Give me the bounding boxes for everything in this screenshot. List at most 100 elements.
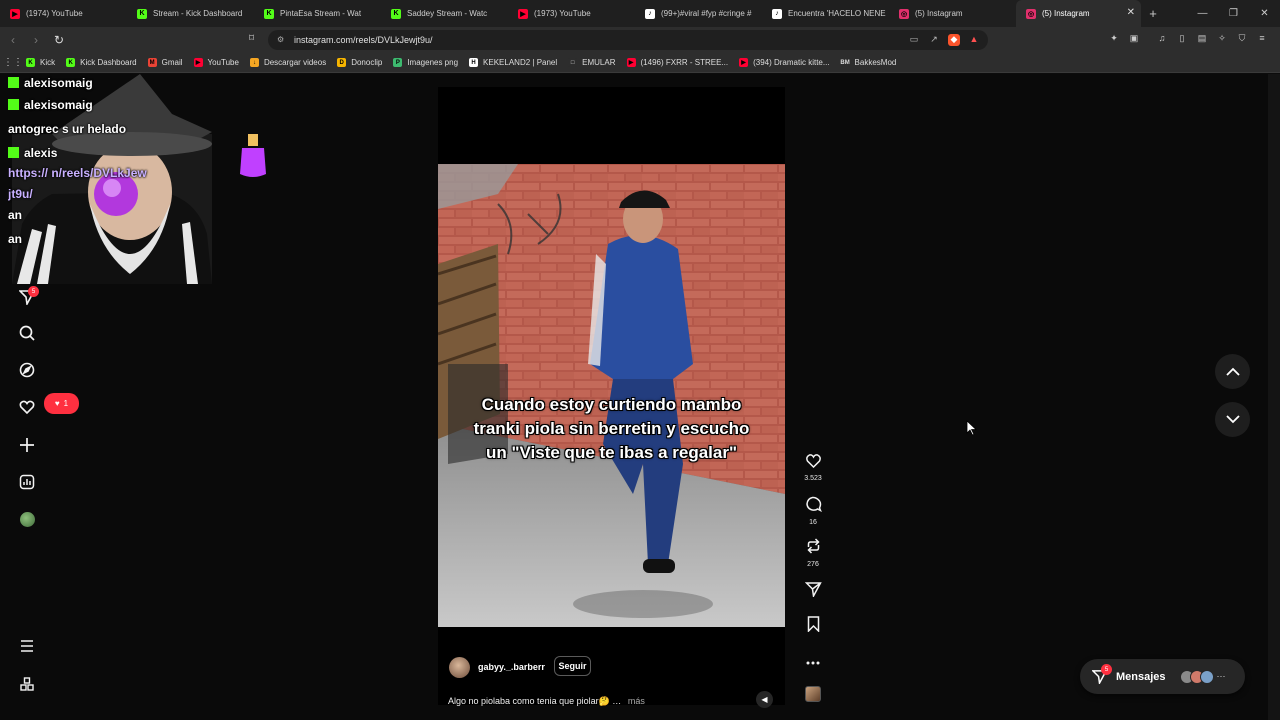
profile-avatar[interactable] [18, 510, 36, 528]
tab[interactable]: K Stream - Kick Dashboard [127, 0, 254, 27]
wallet-panel-icon[interactable]: ▤ [1196, 33, 1208, 45]
mute-toggle-icon[interactable]: ◀ [756, 691, 773, 708]
kick-badge-icon [8, 99, 19, 110]
bookmark-favicon: ▶ [626, 58, 636, 67]
share-icon[interactable]: ↗ [928, 34, 940, 46]
sidebar-toggle-icon[interactable]: ▯ [1176, 33, 1188, 45]
brave-shield-icon[interactable]: ◆ [948, 34, 960, 46]
tab[interactable]: ♪ Encuentra 'HACELO NENE [762, 0, 889, 27]
chat-message: alexisomaig [8, 76, 93, 90]
avatar [1199, 669, 1214, 684]
search-icon[interactable] [18, 324, 36, 342]
brave-rewards-icon[interactable]: ▲ [968, 34, 980, 46]
save-action[interactable] [802, 616, 824, 637]
reel-player[interactable]: Cuando estoy curtiendo mambo tranki piol… [438, 87, 785, 708]
bookmark-favicon: P [393, 58, 403, 67]
chevron-down-icon [1225, 415, 1240, 424]
bookmark-item[interactable]: □ EMULAR [568, 58, 616, 67]
minimize-icon[interactable]: — [1187, 0, 1218, 27]
explore-icon[interactable] [18, 361, 36, 379]
likes-notification-pill[interactable]: ♥ 1 [44, 393, 79, 414]
media-icon[interactable]: ♫ [1156, 33, 1168, 45]
tab-label: Encuentra 'HACELO NENE [788, 9, 886, 18]
tab[interactable]: ◎ (5) Instagram [889, 0, 1016, 27]
extensions-icon[interactable]: ✦ [1108, 33, 1120, 45]
comment-action[interactable]: 16 [802, 496, 824, 526]
chat-message-text: jt9u/ [8, 187, 33, 201]
more-menu-icon[interactable] [18, 637, 36, 655]
reload-icon[interactable]: ↻ [49, 30, 69, 50]
kick-badge-icon [8, 147, 19, 158]
address-field[interactable]: ⚙ instagram.com/reels/DVLkJewjt9u/ ▭ ↗ ◆… [268, 30, 988, 50]
like-action[interactable]: 3.523 [802, 453, 824, 482]
bookmark-favicon: ▶ [193, 58, 203, 67]
instagram-page: alexisomaig alexisomaig antogrec s ur hela… [0, 74, 1280, 720]
address-toolbar: ‹ › ↻ ⌑ ⚙ instagram.com/reels/DVLkJewjt9… [0, 27, 1280, 53]
previous-reel-button[interactable] [1215, 354, 1250, 389]
site-info-icon[interactable]: ⚙ [277, 35, 286, 44]
more-options-icon[interactable] [802, 652, 824, 670]
restore-icon[interactable]: ❐ [1218, 0, 1249, 27]
wallet-icon[interactable]: ▣ [1128, 33, 1140, 45]
likes-count: 3.523 [804, 475, 822, 482]
tab-active[interactable]: ◎ (5) Instagram ✕ [1016, 0, 1141, 27]
back-icon[interactable]: ‹ [3, 30, 23, 50]
bookmark-item[interactable]: K Kick Dashboard [66, 58, 137, 67]
notifications-heart-icon[interactable] [18, 398, 36, 416]
bookmark-label: Gmail [161, 58, 183, 67]
dashboard-icon[interactable] [18, 473, 36, 491]
cast-icon[interactable]: ▭ [908, 34, 920, 46]
like-heart-icon[interactable] [805, 453, 822, 469]
reel-author-username[interactable]: gabyy._.barberr [478, 662, 545, 672]
bookmark-item[interactable]: ▶ YouTube [193, 58, 239, 67]
new-tab-icon[interactable]: + [1141, 6, 1165, 21]
follow-button[interactable]: Seguir [554, 656, 591, 676]
tab[interactable]: K Saddey Stream - Watc [381, 0, 508, 27]
bookmark-item[interactable]: D Donoclip [337, 58, 382, 67]
apps-grid-icon[interactable]: ⋮⋮ [0, 57, 26, 68]
close-tab-icon[interactable]: ✕ [1127, 7, 1135, 18]
bookmark-item[interactable]: K Kick [26, 58, 55, 67]
reel-author-avatar[interactable] [449, 657, 470, 678]
vpn-icon[interactable]: ⛉ [1236, 33, 1248, 45]
page-scrollbar[interactable] [1268, 74, 1280, 720]
close-window-icon[interactable]: ✕ [1249, 0, 1280, 27]
bookmark-item[interactable]: M Gmail [147, 58, 183, 67]
tab[interactable]: ▶ (1973) YouTube [508, 0, 635, 27]
tab-label: (1974) YouTube [26, 9, 83, 18]
bookmark-item[interactable]: ▶ (394) Dramatic kitte... [739, 58, 830, 67]
bookmark-label: Imagenes png [407, 58, 459, 67]
menu-icon[interactable]: ≡ [1256, 33, 1268, 45]
comment-icon[interactable] [805, 496, 822, 513]
forward-icon[interactable]: › [26, 30, 46, 50]
reel-caption-overlay: Cuando estoy curtiendo mambo tranki piol… [473, 395, 750, 462]
tab[interactable]: ♪ (99+)#viral #fyp #cringe # [635, 0, 762, 27]
create-plus-icon[interactable] [18, 436, 36, 454]
bookmark-icon[interactable] [806, 616, 821, 633]
share-icon[interactable] [804, 581, 822, 599]
next-reel-button[interactable] [1215, 402, 1250, 437]
bookmark-label: Descargar videos [263, 58, 327, 67]
tab-label: Stream - Kick Dashboard [153, 9, 243, 18]
repost-icon[interactable] [805, 538, 822, 554]
bookmark-page-icon[interactable]: ⌑ [249, 33, 254, 44]
tab[interactable]: K PintaEsa Stream - Wat [254, 0, 381, 27]
more-link[interactable]: más [628, 696, 645, 706]
bookmark-item[interactable]: BM BakkesMod [840, 58, 896, 67]
leo-ai-icon[interactable]: ✧ [1216, 33, 1228, 45]
also-from-meta-icon[interactable] [18, 675, 36, 693]
bookmark-item[interactable]: ↓ Descargar videos [249, 58, 327, 67]
original-audio-thumbnail[interactable] [805, 686, 821, 702]
bookmark-label: (394) Dramatic kitte... [753, 58, 830, 67]
bookmark-favicon: K [66, 58, 76, 67]
bookmark-item[interactable]: H KEKELAND2 | Panel [469, 58, 557, 67]
repost-action[interactable]: 276 [802, 538, 824, 568]
tab[interactable]: ▶ (1974) YouTube [0, 0, 127, 27]
share-action[interactable] [802, 581, 824, 602]
tab-label: (99+)#viral #fyp #cringe # [661, 9, 752, 18]
bookmark-item[interactable]: ▶ (1496) FXRR - STREE... [626, 58, 728, 67]
bookmark-item[interactable]: P Imagenes png [393, 58, 458, 67]
comments-count: 16 [809, 519, 817, 526]
messages-button[interactable]: 5 Mensajes ⋯ [1080, 659, 1245, 694]
likes-notification-count: 1 [63, 399, 69, 408]
